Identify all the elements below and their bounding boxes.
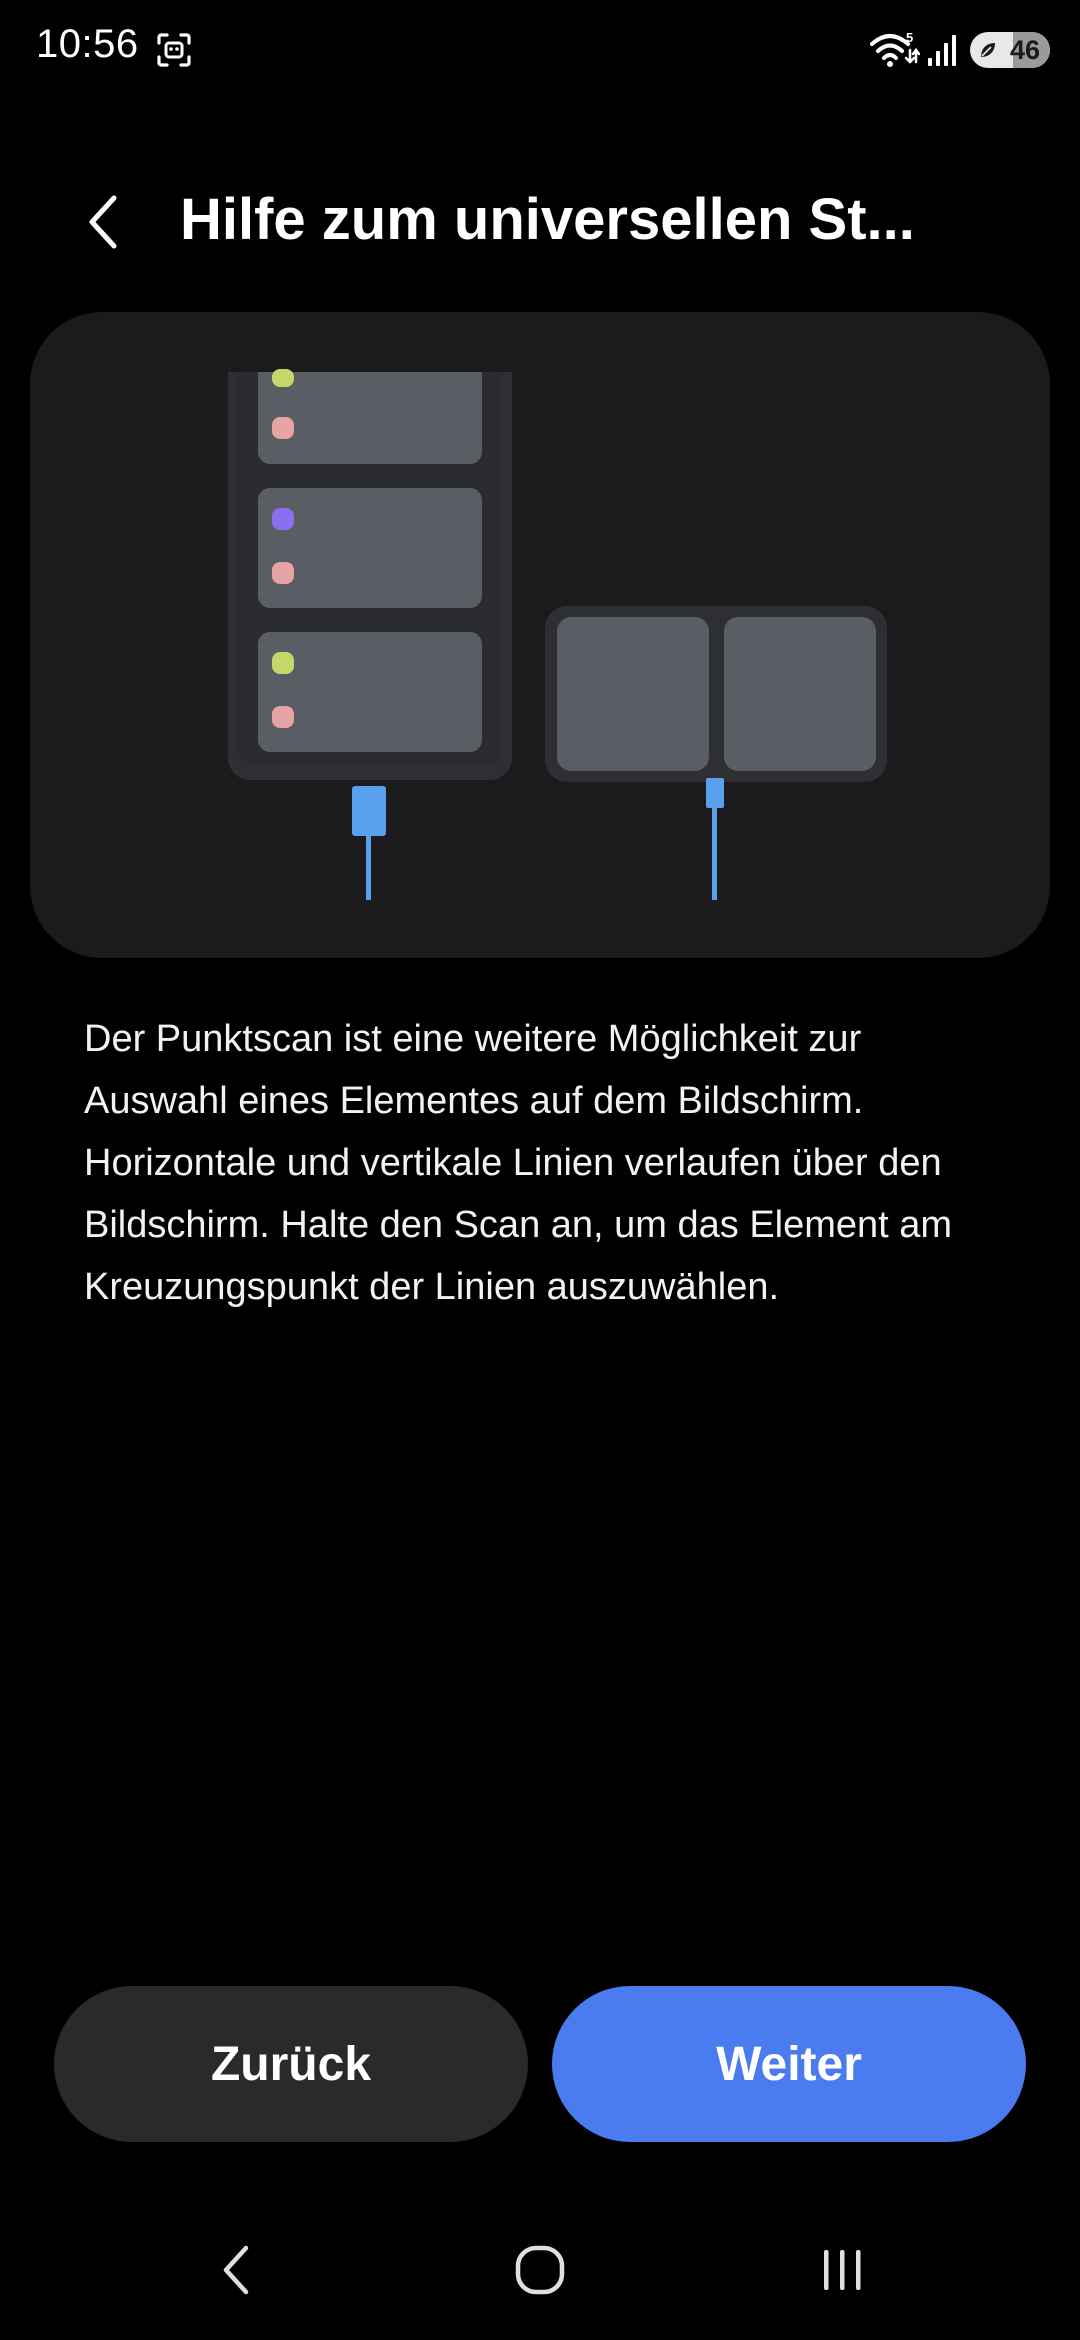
network-superscript: 5 — [906, 30, 913, 45]
next-button[interactable]: Weiter — [552, 1986, 1026, 2142]
header: Hilfe zum universellen St... — [0, 160, 1080, 280]
page-title: Hilfe zum universellen St... — [180, 187, 915, 252]
description-text: Der Punktscan ist eine weitere Möglichke… — [84, 1018, 953, 1308]
battery-indicator: 46 — [970, 32, 1050, 68]
status-time: 10:56 — [36, 22, 139, 66]
illustration — [228, 369, 887, 900]
nav-home-button[interactable] — [500, 2230, 580, 2310]
tablet-icon — [545, 606, 887, 782]
nav-back-button[interactable] — [196, 2230, 276, 2310]
chevron-left-icon — [89, 195, 117, 249]
screenshot-icon — [157, 33, 191, 67]
battery-saver-leaf-icon — [981, 43, 995, 57]
nav-recents-button[interactable] — [802, 2230, 882, 2310]
cable-icon — [352, 786, 386, 900]
signal-icon — [928, 35, 956, 66]
nav-back-icon — [223, 2245, 249, 2295]
wifi-icon: 5 — [870, 30, 920, 67]
illustration-card — [30, 312, 1050, 958]
status-bar: 10:56 5 46 — [0, 0, 1080, 100]
back-nav-button[interactable]: Zurück — [54, 1986, 528, 2142]
nav-home-icon — [515, 2245, 565, 2295]
nav-recents-icon — [824, 2250, 861, 2290]
back-button[interactable] — [64, 182, 144, 262]
phone-icon — [228, 369, 512, 780]
tablet-cable-icon — [706, 778, 724, 900]
battery-level: 46 — [1009, 35, 1040, 65]
system-nav-bar — [0, 2210, 1080, 2320]
